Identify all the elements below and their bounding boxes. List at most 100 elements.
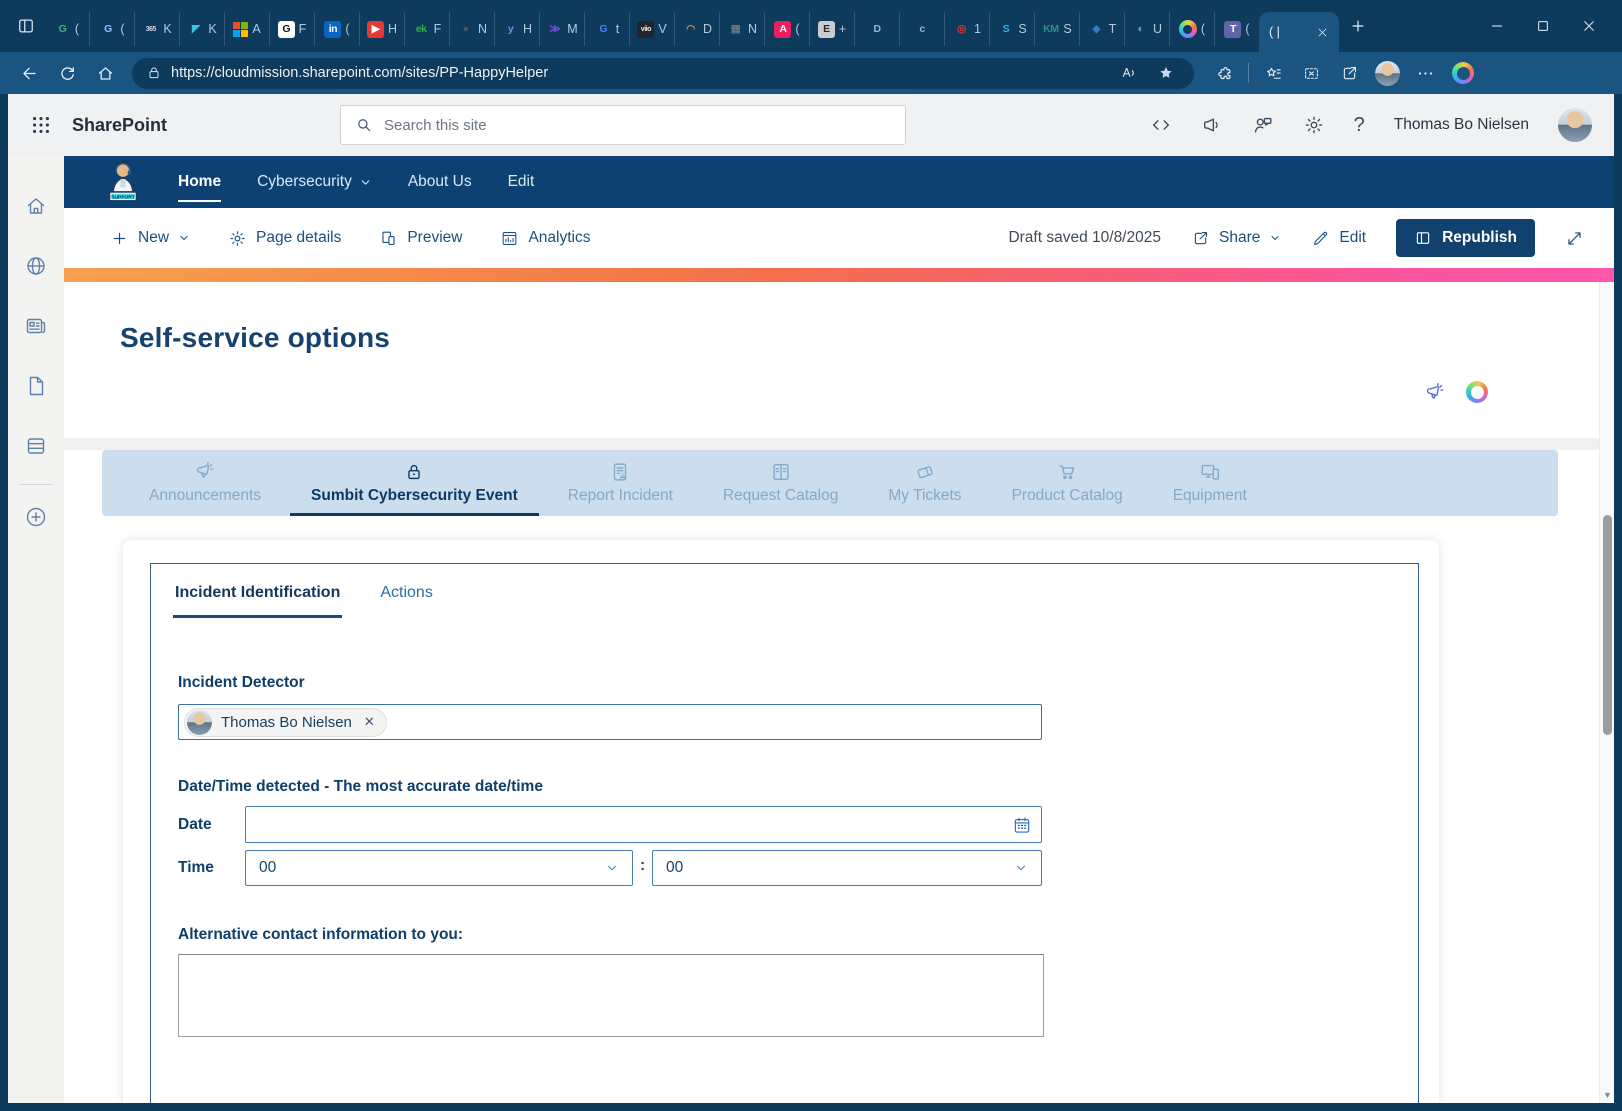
rail-pages-icon[interactable] [8, 356, 64, 416]
time-minute-select[interactable]: 00 [652, 850, 1042, 886]
analytics-button[interactable]: Analytics [500, 229, 590, 248]
browser-tab[interactable]: G( [89, 12, 134, 46]
browser-tab[interactable]: ( [1169, 12, 1214, 46]
browser-tab[interactable]: GF [269, 12, 314, 46]
browser-tab[interactable]: 365K [134, 12, 179, 46]
scrollbar-thumb[interactable] [1603, 515, 1612, 735]
browser-tab[interactable]: KMS [1034, 12, 1079, 46]
browser-tab[interactable]: ≫M [539, 12, 584, 46]
preview-button[interactable]: Preview [379, 229, 462, 248]
browser-tab[interactable]: T( [1214, 12, 1259, 46]
url-field[interactable]: https://cloudmission.sharepoint.com/site… [132, 58, 1194, 89]
rail-news-icon[interactable] [8, 296, 64, 356]
tab-incident-identification[interactable]: Incident Identification [173, 576, 342, 618]
browser-tab[interactable]: ◠D [674, 12, 719, 46]
remove-person-icon[interactable]: ✕ [364, 714, 375, 730]
browser-tab[interactable]: ◤K [179, 12, 224, 46]
home-icon[interactable] [88, 57, 122, 89]
search-input[interactable]: Search this site [340, 105, 906, 145]
close-icon[interactable] [1566, 8, 1612, 44]
rail-lists-icon[interactable] [8, 416, 64, 476]
tab-actions[interactable]: Actions [378, 576, 434, 618]
embed-code-icon[interactable] [1150, 114, 1172, 136]
webpart-tab-product-catalog[interactable]: Product Catalog [987, 450, 1148, 516]
alt-contact-textarea[interactable] [178, 954, 1044, 1037]
scrollbar-down-arrow[interactable]: ▼ [1600, 1090, 1614, 1100]
url-text[interactable]: https://cloudmission.sharepoint.com/site… [171, 65, 1106, 81]
user-avatar[interactable] [1558, 108, 1592, 142]
megaphone-icon[interactable] [1201, 114, 1223, 136]
maximize-icon[interactable] [1520, 8, 1566, 44]
browser-tab[interactable]: SS [989, 12, 1034, 46]
browser-tab[interactable]: A( [764, 12, 809, 46]
settings-menu-icon[interactable] [1407, 57, 1443, 89]
browser-tab[interactable]: viioV [629, 12, 674, 46]
date-input[interactable] [245, 806, 1042, 843]
copilot-icon[interactable] [1445, 57, 1481, 89]
back-icon[interactable] [12, 57, 46, 89]
tab-actions-button[interactable] [8, 9, 44, 43]
new-button[interactable]: New [110, 229, 190, 248]
webpart-tab-report-incident[interactable]: Report Incident [543, 450, 698, 516]
browser-tab-active[interactable]: ( | [1259, 12, 1339, 52]
browser-tab[interactable]: E+ [809, 12, 854, 46]
rail-create-icon[interactable] [8, 493, 64, 541]
browser-tab[interactable]: A [224, 12, 269, 46]
rail-home-icon[interactable] [8, 176, 64, 236]
browser-tab[interactable]: ●N [449, 12, 494, 46]
browser-tab[interactable]: D [854, 12, 899, 46]
nav-item-about-us[interactable]: About Us [408, 169, 472, 195]
favorite-star-icon[interactable] [1152, 60, 1180, 86]
webpart-tab-request-catalog[interactable]: Request Catalog [698, 450, 863, 516]
web-capture-icon[interactable] [1293, 57, 1329, 89]
browser-tab[interactable]: yH [494, 12, 539, 46]
republish-button[interactable]: Republish [1396, 219, 1535, 257]
time-hour-select[interactable]: 00 [245, 850, 633, 886]
browser-tab[interactable]: ekF [404, 12, 449, 46]
tab-close-icon[interactable] [1316, 26, 1329, 39]
app-launcher-waffle-icon[interactable] [30, 114, 52, 136]
webpart-tab-my-tickets[interactable]: My Tickets [863, 450, 986, 516]
browser-tab[interactable]: ◐U [1124, 12, 1169, 46]
nav-item-home[interactable]: Home [178, 169, 221, 195]
webpart-tab-equipment[interactable]: Equipment [1148, 450, 1272, 516]
feedback-icon[interactable] [1252, 114, 1274, 136]
share-icon[interactable] [1331, 57, 1367, 89]
webpart-announce-icon[interactable] [1424, 382, 1446, 404]
gear-icon[interactable] [1303, 114, 1325, 136]
site-logo[interactable]: SUPPORT [104, 161, 142, 203]
help-icon[interactable]: ? [1354, 114, 1365, 137]
webpart-tab-sumbit-cybersecurity-event[interactable]: Sumbit Cybersecurity Event [286, 450, 543, 516]
page-details-button[interactable]: Page details [228, 229, 341, 248]
webpart-tab-announcements[interactable]: Announcements [124, 450, 286, 516]
nav-item-cybersecurity[interactable]: Cybersecurity [257, 169, 372, 195]
incident-detector-people-picker[interactable]: Thomas Bo Nielsen ✕ [178, 704, 1042, 740]
favorites-icon[interactable] [1255, 57, 1291, 89]
page-title: Self-service options [120, 322, 390, 354]
refresh-icon[interactable] [50, 57, 84, 89]
calendar-icon[interactable] [1012, 815, 1032, 835]
browser-tab[interactable]: ▶H [359, 12, 404, 46]
browser-tab[interactable]: c [899, 12, 944, 46]
browser-tab[interactable]: Gt [584, 12, 629, 46]
vertical-scrollbar[interactable]: ▼ [1599, 282, 1614, 1103]
new-tab-button[interactable] [1339, 9, 1377, 43]
share-button[interactable]: Share [1191, 229, 1281, 248]
browser-tab[interactable]: G( [44, 12, 89, 46]
person-chip[interactable]: Thomas Bo Nielsen ✕ [184, 708, 387, 737]
minimize-icon[interactable] [1474, 8, 1520, 44]
plus-icon [110, 229, 129, 248]
read-aloud-icon[interactable] [1115, 60, 1143, 86]
browser-tab[interactable]: ◎1 [944, 12, 989, 46]
extensions-icon[interactable] [1206, 57, 1242, 89]
edit-button[interactable]: Edit [1311, 229, 1366, 248]
browser-tab[interactable]: ◆T [1079, 12, 1124, 46]
browser-tab[interactable]: ▦N [719, 12, 764, 46]
browser-tab[interactable]: in( [314, 12, 359, 46]
app-name[interactable]: SharePoint [72, 115, 167, 136]
expand-icon[interactable] [1565, 229, 1584, 248]
nav-item-edit[interactable]: Edit [508, 169, 535, 195]
browser-profile-avatar[interactable] [1369, 57, 1405, 89]
copilot-icon[interactable] [1466, 381, 1488, 403]
rail-sites-globe-icon[interactable] [8, 236, 64, 296]
